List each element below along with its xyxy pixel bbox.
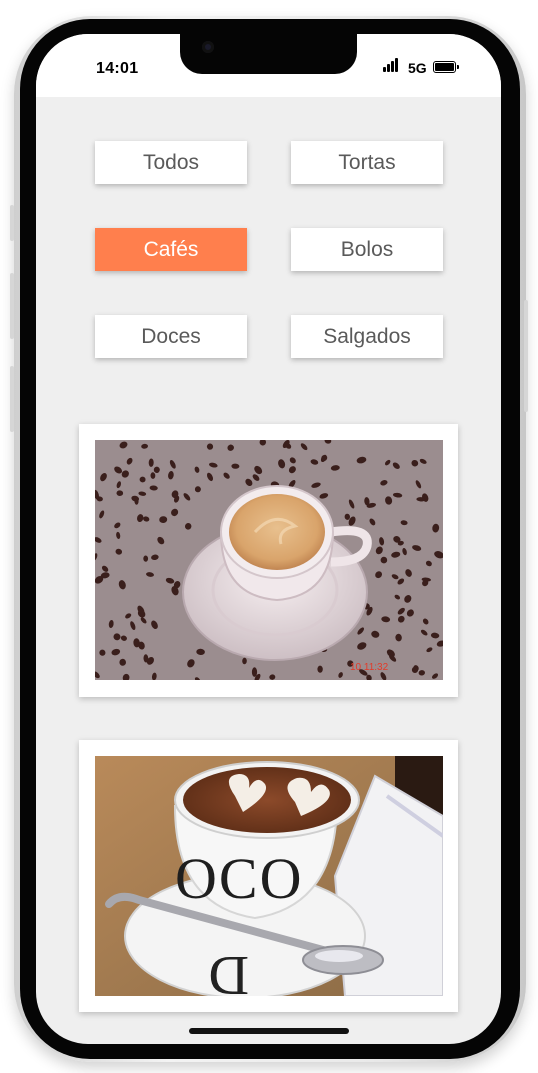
home-indicator [189, 1028, 349, 1034]
category-button-tortas[interactable]: Tortas [291, 141, 443, 184]
svg-text:D: D [209, 944, 249, 996]
power-button [524, 300, 528, 412]
silent-switch [10, 205, 14, 241]
cup-lettering: OCO [175, 846, 303, 911]
category-button-cafes[interactable]: Cafés [95, 228, 247, 271]
status-time: 14:01 [96, 60, 139, 77]
category-button-todos[interactable]: Todos [95, 141, 247, 184]
volume-down-button [10, 366, 14, 432]
product-card-2[interactable]: D OCO [79, 740, 458, 1012]
coffee-beans-espresso-photo[interactable]: 10 11:32 [95, 440, 443, 680]
battery-icon [433, 61, 459, 73]
category-button-doces[interactable]: Doces [95, 315, 247, 358]
signal-strength-icon [383, 58, 403, 72]
photo-timestamp: 10 11:32 [350, 662, 389, 673]
cappuccino-heart-latte-art-photo[interactable]: D OCO [95, 756, 443, 996]
notch [180, 34, 357, 74]
volume-up-button [10, 273, 14, 339]
category-button-salgados[interactable]: Salgados [291, 315, 443, 358]
product-card-1[interactable]: 10 11:32 [79, 424, 458, 697]
category-button-bolos[interactable]: Bolos [291, 228, 443, 271]
front-camera-icon [202, 41, 214, 53]
network-type: 5G [408, 60, 427, 76]
app-screen: 14:01 5G Todos Tortas Cafés Bolos Doces … [36, 34, 501, 1044]
